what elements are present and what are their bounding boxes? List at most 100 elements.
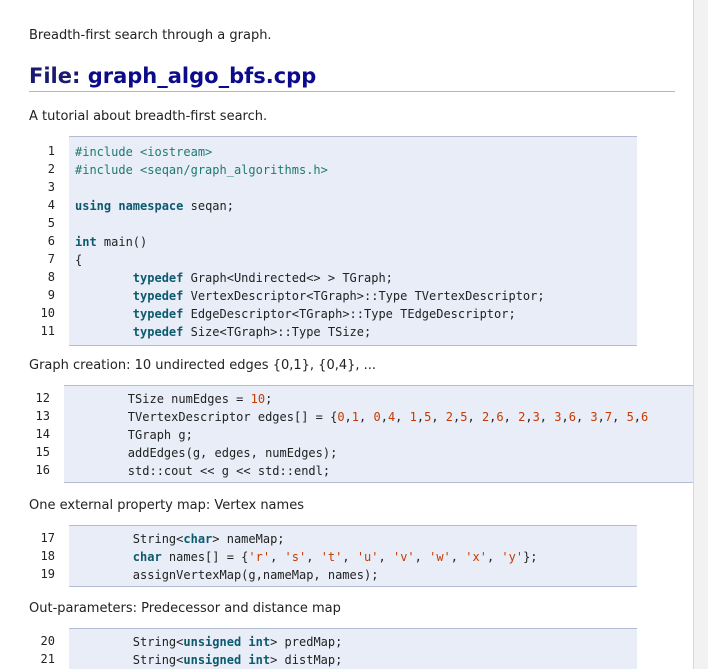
code-token: 3: [532, 410, 540, 424]
line-number: 14: [35, 427, 50, 441]
code-token: char: [132, 550, 162, 564]
line-number: 18: [40, 549, 55, 563]
code-token: {: [75, 253, 83, 267]
file-heading: File: graph_algo_bfs.cpp: [29, 62, 675, 92]
code-token: namespace: [118, 199, 184, 213]
file-heading-prefix: File:: [29, 64, 88, 88]
code-line: TSize numEdges = 10;: [70, 390, 273, 408]
code-token: char: [183, 532, 213, 546]
code-token: 5: [626, 410, 634, 424]
code-line: {: [75, 251, 82, 269]
line-number: 9: [47, 288, 55, 302]
code-token: TVertexDescriptor edges[] = {: [70, 410, 338, 424]
code-token: VertexDescriptor<TGraph>::Type TVertexDe…: [183, 289, 545, 303]
code-line: addEdges(g, edges, numEdges);: [70, 444, 338, 462]
code-token: int: [248, 653, 271, 667]
code-line: int main(): [75, 233, 147, 251]
code-token: Size<TGraph>::Type TSize;: [183, 325, 372, 339]
doc-content: Breadth-first search through a graph. Fi…: [0, 0, 693, 669]
code-token: ,: [633, 410, 642, 424]
code-token: names[] = {: [161, 550, 249, 564]
section-description: Graph creation: 10 undirected edges {0,1…: [29, 358, 377, 373]
code-token: 'v': [392, 550, 415, 564]
code-token: unsigned: [183, 653, 242, 667]
line-number: 19: [40, 567, 55, 581]
code-token: seqan;: [183, 199, 234, 213]
code-line: TGraph g;: [70, 426, 193, 444]
code-token: ,: [342, 550, 357, 564]
code-token: assignVertexMap(g,nameMap, names);: [75, 568, 379, 582]
code-token: 0: [373, 410, 381, 424]
code-token: main(): [96, 235, 148, 249]
code-token: String<: [75, 532, 184, 546]
code-line: typedef Graph<Undirected<> > TGraph;: [75, 269, 393, 287]
code-block: #include <iostream> #include <seqan/graph…: [69, 136, 637, 346]
section-description: A tutorial about breadth-first search.: [29, 109, 268, 124]
code-token: int: [248, 635, 271, 649]
code-token: ,: [306, 550, 321, 564]
code-token: String<: [75, 635, 184, 649]
code-token: 6: [641, 410, 649, 424]
code-token: 'r': [248, 550, 271, 564]
code-token: ,: [525, 410, 533, 424]
line-number: 1: [47, 144, 55, 158]
code-token: 's': [284, 550, 307, 564]
code-token: 't': [320, 550, 343, 564]
code-token: using: [75, 199, 112, 213]
code-token: #include <seqan/graph_algorithms.h>: [75, 163, 328, 177]
code-token: ,: [395, 410, 410, 424]
line-number: 10: [40, 306, 55, 320]
code-token: ,: [431, 410, 446, 424]
code-line: std::cout << g << std::endl;: [70, 462, 330, 480]
code-line: String<unsigned int> distMap;: [75, 651, 343, 669]
code-token: typedef: [132, 289, 184, 303]
code-token: ,: [561, 410, 569, 424]
code-line: typedef EdgeDescriptor<TGraph>::Type TEd…: [75, 305, 516, 323]
line-number: 20: [40, 634, 55, 648]
line-number: 4: [47, 198, 55, 212]
line-number: 11: [40, 324, 55, 338]
code-token: 1: [351, 410, 360, 424]
code-token: > predMap;: [270, 635, 343, 649]
code-token: ,: [414, 550, 430, 564]
line-number: 3: [47, 180, 55, 194]
code-token: std::cout << g << std::endl;: [70, 464, 331, 478]
line-number: 5: [47, 216, 55, 230]
code-line: String<char> nameMap;: [75, 530, 285, 548]
code-token: 'x': [465, 550, 487, 564]
code-token: int: [75, 235, 97, 249]
code-token: ,: [378, 550, 393, 564]
code-token: 'y': [501, 550, 524, 564]
code-line: String<unsigned int> predMap;: [75, 633, 343, 651]
line-number: 2: [47, 162, 55, 176]
code-token: Graph<Undirected<> > TGraph;: [183, 271, 393, 285]
line-number: 12: [35, 391, 50, 405]
code-token: ,: [612, 410, 627, 424]
line-number: 7: [47, 252, 55, 266]
code-token: ,: [575, 410, 591, 424]
code-token: ,: [597, 410, 605, 424]
code-token: #include <iostream>: [75, 145, 213, 159]
code-line: char names[] = {'r', 's', 't', 'u', 'v',…: [75, 548, 538, 566]
code-line: typedef Size<TGraph>::Type TSize;: [75, 323, 371, 341]
line-number: 21: [40, 652, 55, 666]
line-number: 15: [35, 445, 50, 459]
intro-text: Breadth-first search through a graph.: [29, 28, 272, 43]
code-token: typedef: [132, 307, 184, 321]
code-token: > distMap;: [270, 653, 343, 667]
line-number: 17: [40, 531, 55, 545]
code-token: ,: [503, 410, 519, 424]
code-token: };: [523, 550, 538, 564]
code-token: ,: [539, 410, 555, 424]
code-token: TGraph g;: [70, 428, 193, 442]
code-token: unsigned: [183, 635, 242, 649]
file-name-link[interactable]: graph_algo_bfs.cpp: [88, 64, 317, 88]
code-token: addEdges(g, edges, numEdges);: [70, 446, 338, 460]
code-line: TVertexDescriptor edges[] = {0,1, 0,4, 1…: [70, 408, 648, 426]
code-token: String<: [75, 653, 184, 667]
code-token: ,: [416, 410, 425, 424]
